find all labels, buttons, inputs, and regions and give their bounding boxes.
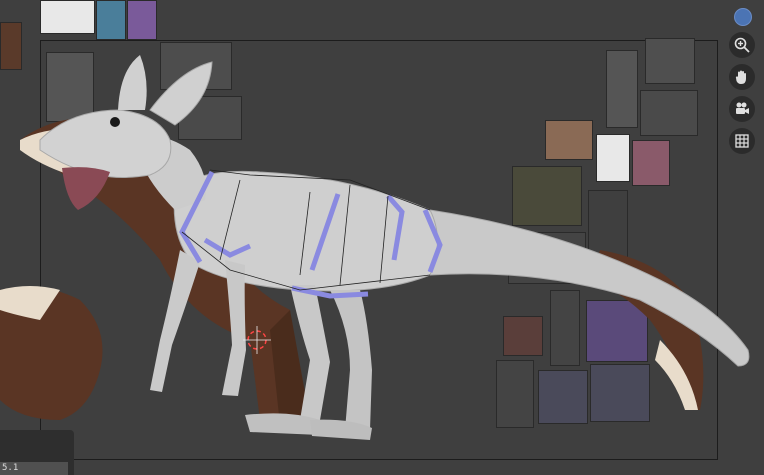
camera-icon[interactable] xyxy=(729,96,755,122)
viewport-navigation-toolbar xyxy=(728,8,756,154)
zoom-in-icon[interactable] xyxy=(729,32,755,58)
grid-icon[interactable] xyxy=(729,128,755,154)
scene-render xyxy=(0,55,750,440)
scene-indicator-icon[interactable] xyxy=(734,8,752,26)
3d-viewport[interactable]: 5.1 xyxy=(0,0,764,475)
value-field[interactable]: 5.1 xyxy=(0,462,68,475)
mesh-creature[interactable] xyxy=(39,55,750,440)
hand-icon[interactable] xyxy=(729,64,755,90)
